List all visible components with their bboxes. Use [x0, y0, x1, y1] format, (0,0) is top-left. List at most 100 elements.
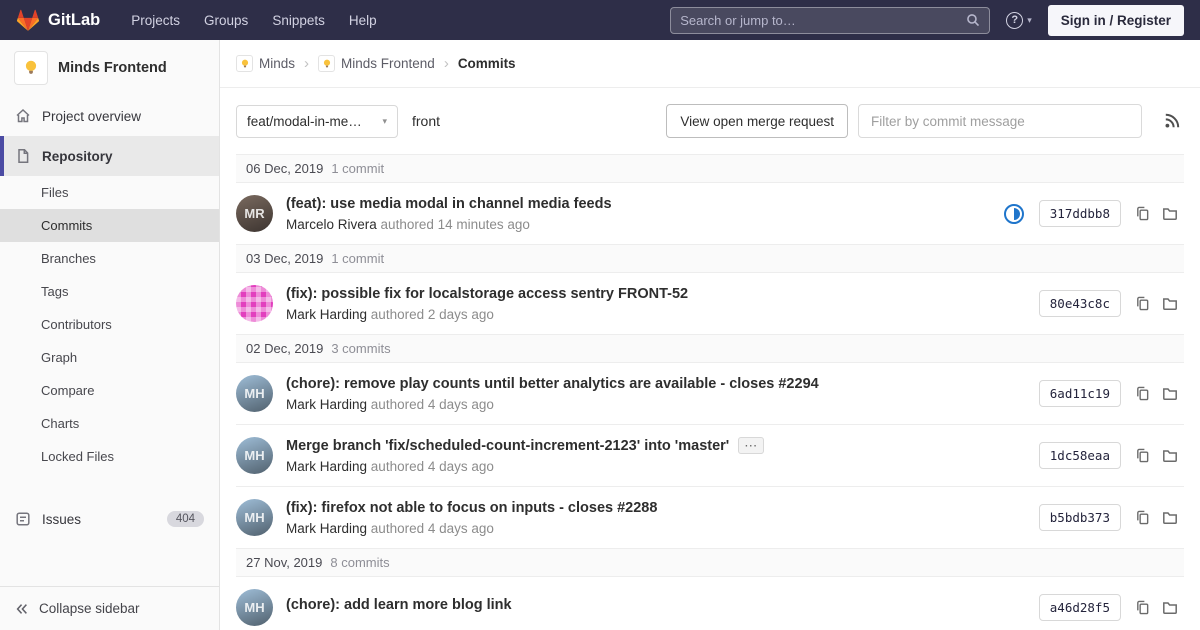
commit-actions: 6ad11c19 [1038, 380, 1184, 408]
commit-sha-link[interactable]: 1dc58eaa [1038, 442, 1121, 469]
search-input[interactable] [680, 12, 967, 28]
project-sidebar: Minds Frontend Project overview Reposito… [0, 40, 220, 630]
commit-description-toggle[interactable]: ⋯ [738, 437, 765, 454]
sidebar-item-issues[interactable]: Issues 404 [0, 499, 219, 539]
copy-icon [1135, 510, 1150, 525]
commit-title-link[interactable]: (chore): remove play counts until better… [286, 376, 819, 392]
commit-group: 06 Dec, 2019 1 commit MR (feat): use med… [236, 154, 1184, 244]
view-open-merge-request-button[interactable]: View open merge request [666, 104, 848, 138]
nav-link-projects[interactable]: Projects [120, 7, 191, 34]
project-context-link[interactable]: Minds Frontend [0, 40, 219, 96]
right-controls: View open merge request [666, 104, 1184, 138]
sidebar-item-repository[interactable]: Repository [0, 136, 219, 176]
commit-author-link[interactable]: Mark Harding [286, 307, 367, 322]
question-icon: ? [1006, 11, 1024, 29]
commit-author-link[interactable]: Marcelo Rivera [286, 217, 377, 232]
sidebar-subitem-files[interactable]: Files [0, 176, 219, 209]
commit-author-avatar[interactable]: MH [236, 589, 273, 626]
breadcrumb-item-minds[interactable]: Minds [236, 55, 295, 72]
commit-sha-link[interactable]: 317ddbb8 [1038, 200, 1121, 227]
sidebar-subitem-compare[interactable]: Compare [0, 374, 219, 407]
commit-title-link[interactable]: Merge branch 'fix/scheduled-count-increm… [286, 438, 729, 454]
sidebar-subitem-branches[interactable]: Branches [0, 242, 219, 275]
commit-author-avatar[interactable]: MR [236, 195, 273, 232]
repo-subnav: Files Commits Branches Tags Contributors Grap… [0, 176, 219, 477]
commit-main: (fix): firefox not able to focus on inpu… [286, 500, 1025, 536]
commit-sha-link[interactable]: b5bdb373 [1038, 504, 1121, 531]
copy-sha-button[interactable] [1129, 380, 1156, 407]
top-navbar: GitLab ProjectsGroupsSnippetsHelp ? ▾ Si… [0, 0, 1200, 40]
commit-authored-time: authored 4 days ago [370, 396, 494, 412]
folder-icon [1162, 448, 1178, 464]
issues-count-badge: 404 [166, 511, 204, 527]
sidebar-subitem-tags[interactable]: Tags [0, 275, 219, 308]
commit-list: 06 Dec, 2019 1 commit MR (feat): use med… [220, 154, 1200, 630]
browse-files-button[interactable] [1156, 594, 1184, 622]
breadcrumb-item-commits[interactable]: Commits [458, 56, 516, 71]
sidebar-subitem-graph[interactable]: Graph [0, 341, 219, 374]
avatar-initials: MH [244, 448, 265, 463]
commit-title-link[interactable]: (fix): firefox not able to focus on inpu… [286, 500, 657, 516]
commit-row: MH (fix): firefox not able to focus on i… [236, 486, 1184, 548]
help-dropdown[interactable]: ? ▾ [1006, 11, 1032, 29]
sign-in-register-button[interactable]: Sign in / Register [1047, 4, 1184, 36]
nav-link-snippets[interactable]: Snippets [261, 7, 336, 34]
commit-row: MH Merge branch 'fix/scheduled-count-inc… [236, 424, 1184, 486]
breadcrumb-label: Commits [457, 56, 516, 71]
lightbulb-icon [323, 59, 330, 68]
sidebar-subitem-contributors[interactable]: Contributors [0, 308, 219, 341]
commit-authored-time: authored 14 minutes ago [380, 216, 530, 232]
commit-meta: Mark Harding authored 2 days ago [286, 307, 1025, 322]
commit-meta: Mark Harding authored 4 days ago [286, 521, 1025, 536]
browse-files-button[interactable] [1156, 200, 1184, 228]
ci-status-running-icon[interactable] [1003, 203, 1025, 225]
commit-author-avatar[interactable]: MH [236, 375, 273, 412]
commit-group: 03 Dec, 2019 1 commit (fix): possible fi… [236, 244, 1184, 334]
nav-link-groups[interactable]: Groups [193, 7, 259, 34]
project-name: Minds Frontend [58, 60, 167, 76]
copy-sha-button[interactable] [1129, 290, 1156, 317]
copy-sha-button[interactable] [1129, 504, 1156, 531]
commit-title-link[interactable]: (fix): possible fix for localstorage acc… [286, 286, 688, 302]
commit-author-avatar[interactable] [236, 285, 273, 322]
commit-sha-link[interactable]: a46d28f5 [1038, 594, 1121, 621]
brand-name: GitLab [48, 10, 101, 29]
repository-icon [15, 148, 31, 164]
collapse-sidebar-button[interactable]: Collapse sidebar [0, 586, 219, 630]
project-avatar [14, 51, 48, 85]
breadcrumb-item-minds-frontend[interactable]: Minds Frontend [318, 55, 435, 72]
folder-icon [1162, 386, 1178, 402]
copy-sha-button[interactable] [1129, 442, 1156, 469]
filter-commit-message-input[interactable] [858, 104, 1142, 138]
copy-sha-button[interactable] [1129, 200, 1156, 227]
browse-files-button[interactable] [1156, 380, 1184, 408]
sidebar-subitem-charts[interactable]: Charts [0, 407, 219, 440]
commits-feed-button[interactable] [1160, 109, 1184, 133]
sidebar-subitem-commits[interactable]: Commits [0, 209, 219, 242]
browse-files-button[interactable] [1156, 442, 1184, 470]
commit-author-avatar[interactable]: MH [236, 499, 273, 536]
commit-sha-link[interactable]: 80e43c8c [1038, 290, 1121, 317]
copy-icon [1135, 386, 1150, 401]
browse-files-button[interactable] [1156, 290, 1184, 318]
commit-author-link[interactable]: Mark Harding [286, 397, 367, 412]
commit-actions: 1dc58eaa [1038, 442, 1184, 470]
commit-sha-link[interactable]: 6ad11c19 [1038, 380, 1121, 407]
branch-selector-dropdown[interactable]: feat/modal-in-me… ▾ [236, 104, 398, 138]
sidebar-item-project-overview[interactable]: Project overview [0, 96, 219, 136]
commit-author-avatar[interactable]: MH [236, 437, 273, 474]
browse-files-button[interactable] [1156, 504, 1184, 532]
copy-sha-button[interactable] [1129, 594, 1156, 621]
commit-title-link[interactable]: (chore): add learn more blog link [286, 597, 512, 613]
commit-group: 02 Dec, 2019 3 commits MH (chore): remov… [236, 334, 1184, 548]
commit-author-link[interactable]: Mark Harding [286, 521, 367, 536]
commit-title-link[interactable]: (feat): use media modal in channel media… [286, 196, 612, 212]
nav-link-help[interactable]: Help [338, 7, 388, 34]
breadcrumb-label: Minds Frontend [341, 56, 435, 71]
commit-row: MH (chore): add learn more blog link a46… [236, 577, 1184, 630]
gitlab-logo-link[interactable]: GitLab [16, 9, 100, 32]
sidebar-subitem-label: Commits [41, 218, 93, 233]
commit-author-link[interactable]: Mark Harding [286, 459, 367, 474]
sidebar-subitem-locked-files[interactable]: Locked Files [0, 440, 219, 473]
global-search[interactable] [670, 6, 991, 34]
